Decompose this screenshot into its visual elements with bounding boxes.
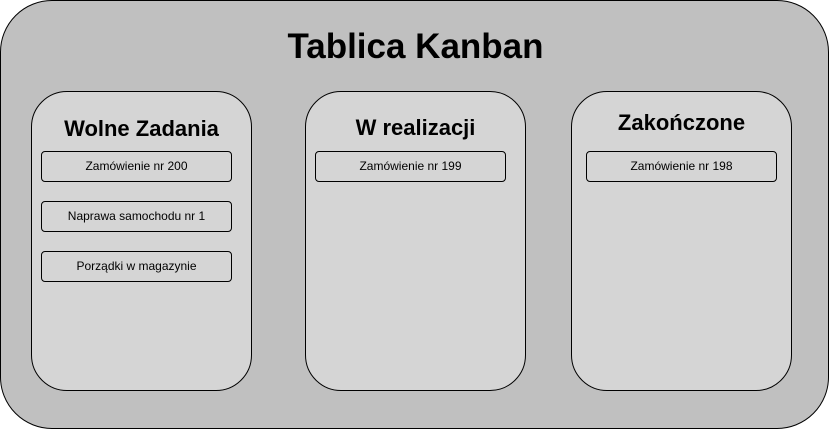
column-title: Zakończone — [617, 110, 746, 135]
column-in-progress: W realizacji Zamówienie nr 199 — [305, 91, 526, 391]
task-card[interactable]: Zamówienie nr 199 — [315, 151, 506, 182]
task-card[interactable]: Naprawa samochodu nr 1 — [41, 201, 232, 232]
column-free-tasks: Wolne Zadania Zamówienie nr 200 Naprawa … — [31, 91, 252, 391]
column-title: W realizacji — [355, 115, 476, 140]
board-title: Tablica Kanban — [287, 27, 544, 66]
column-title: Wolne Zadania — [64, 116, 219, 141]
task-card[interactable]: Zamówienie nr 198 — [586, 151, 777, 182]
task-card[interactable]: Porządki w magazynie — [41, 251, 232, 282]
kanban-board: Tablica Kanban Wolne Zadania Zamówienie … — [0, 0, 829, 429]
column-done: Zakończone Zamówienie nr 198 — [571, 91, 792, 391]
task-card[interactable]: Zamówienie nr 200 — [41, 151, 232, 182]
